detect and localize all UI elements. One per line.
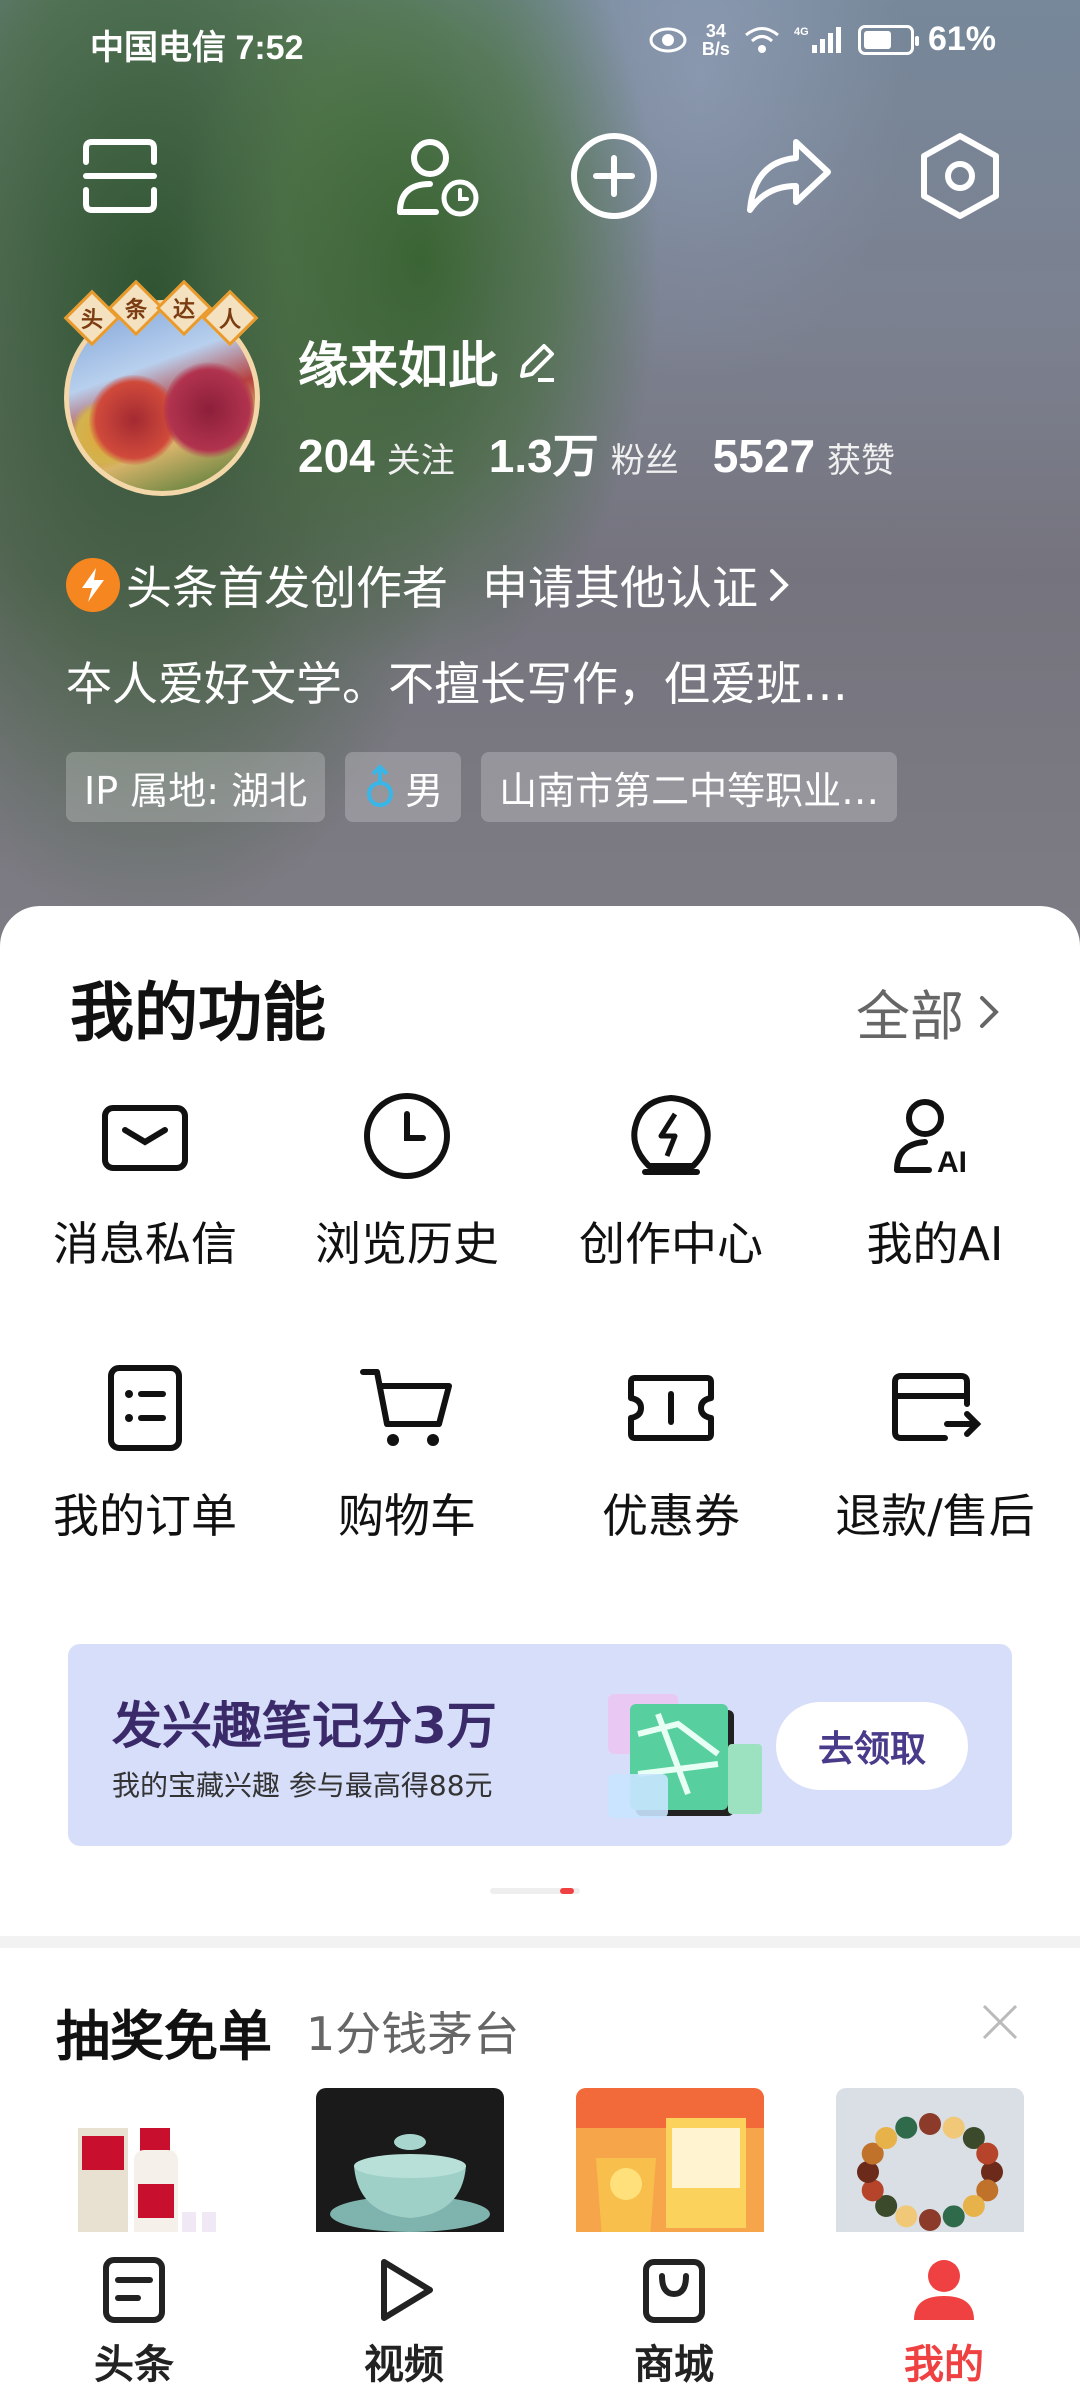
svg-text:4G: 4G	[794, 26, 809, 38]
product-bracelet[interactable]	[836, 2088, 1024, 2248]
all-functions-link[interactable]: 全部	[856, 972, 1004, 1051]
banner-title: 发兴趣笔记分3万	[112, 1697, 497, 1755]
tab-mine[interactable]: 我的	[844, 2254, 1044, 2390]
interest-notes-banner[interactable]: 发兴趣笔记分3万 我的宝藏兴趣 参与最高得88元 去领取	[68, 1644, 1012, 1846]
bio[interactable]: 夲人爱好文学。不擅长写作，但爱班…	[66, 648, 848, 714]
bracelet-bead	[919, 2113, 941, 2135]
chevron-right-icon	[770, 569, 789, 601]
function-orders[interactable]: 我的订单	[10, 1358, 280, 1546]
bracelet-bead	[942, 2205, 965, 2228]
function-messages[interactable]: 消息私信	[10, 1086, 280, 1274]
shopping-bag-icon	[643, 2259, 705, 2323]
product-tea-drink[interactable]	[576, 2088, 764, 2248]
coupon-icon	[628, 1375, 714, 1441]
tab-video[interactable]: 视频	[304, 2254, 504, 2390]
status-bar: 中国电信 7:52 34 B/s 4G 61%	[0, 14, 1080, 67]
function-my-ai[interactable]: AI 我的AI	[800, 1086, 1070, 1274]
scan-icon[interactable]	[72, 128, 168, 224]
order-icon	[108, 1365, 182, 1451]
user-name-row[interactable]: 缘来如此	[298, 326, 558, 398]
user-icon	[914, 2260, 974, 2320]
school-tag: 山南市第二中等职业…	[481, 752, 898, 822]
chevron-right-icon	[980, 995, 999, 1028]
following-count[interactable]: 204	[298, 429, 375, 483]
bottom-tab-bar: 头条 视频 商城 我的	[0, 2232, 1080, 2400]
likes-count: 5527	[712, 430, 816, 482]
lottery-section: 抽奖免单 1分钱茅台	[0, 1948, 1080, 2248]
svg-text:AI: AI	[937, 1146, 967, 1179]
bracelet-bead	[919, 2209, 941, 2231]
user-name: 缘来如此	[298, 337, 498, 395]
map-illustration-icon	[608, 1694, 762, 1818]
bracelet-bead	[976, 2142, 999, 2165]
male-icon	[367, 764, 394, 807]
cart-icon	[360, 1369, 452, 1446]
profile-stats: 204 关注 1.3万 粉丝 5527 获赞	[298, 420, 917, 486]
bracelet-bead	[981, 2161, 1003, 2183]
fans-count[interactable]: 1.3万	[489, 420, 599, 486]
creation-icon	[631, 1095, 711, 1175]
bracelet-bead	[861, 2179, 884, 2202]
ai-user-icon: AI	[894, 1099, 967, 1179]
function-creation-center[interactable]: 创作中心	[536, 1086, 806, 1274]
status-icons: 34 B/s 4G 61%	[648, 20, 996, 59]
tab-headlines[interactable]: 头条	[34, 2254, 234, 2390]
banner-subtitle: 我的宝藏兴趣 参与最高得88元	[112, 1769, 493, 1802]
bracelet-bead	[875, 2127, 898, 2150]
likes-label: 获赞	[827, 441, 896, 481]
lightning-icon	[66, 558, 120, 612]
visitor-history-icon[interactable]	[390, 128, 486, 224]
headlines-icon	[103, 2257, 165, 2323]
carousel-indicator	[490, 1888, 580, 1894]
function-history[interactable]: 浏览历史	[272, 1086, 542, 1274]
share-icon[interactable]	[740, 128, 836, 224]
certification-text: 头条首发创作者	[126, 561, 448, 615]
certification-row[interactable]: 头条首发创作者 申请其他认证	[66, 552, 794, 618]
lottery-title: 抽奖免单	[56, 2005, 272, 2068]
fans-label[interactable]: 粉丝	[611, 433, 679, 482]
bracelet-bead	[895, 2116, 918, 2139]
function-cart[interactable]: 购物车	[272, 1358, 542, 1546]
function-coupons[interactable]: 优惠券	[536, 1358, 806, 1546]
liquor-image	[78, 2128, 216, 2246]
profile-tags: IP 属地: 湖北 男 山南市第二中等职业…	[66, 752, 898, 822]
gender-tag: 男	[345, 752, 462, 822]
creator-badge: 头 条 达 人	[63, 279, 259, 350]
tea-drink-image	[576, 2088, 764, 2238]
eye-icon	[649, 27, 687, 52]
clock-icon	[364, 1093, 450, 1179]
signal-icon: 4G	[794, 26, 841, 53]
close-icon[interactable]	[978, 2000, 1022, 2044]
settings-icon[interactable]	[912, 128, 1008, 224]
wifi-icon	[744, 26, 779, 53]
bracelet-bead	[895, 2205, 918, 2228]
product-maotai[interactable]	[56, 2088, 244, 2248]
bracelet-bead	[857, 2161, 879, 2183]
battery-percent: 61%	[927, 20, 996, 58]
function-refund[interactable]: 退款/售后	[800, 1358, 1070, 1546]
bracelet-bead	[942, 2116, 965, 2139]
following-label[interactable]: 关注	[387, 433, 455, 482]
teacup-image	[330, 2134, 490, 2232]
message-icon	[102, 1105, 188, 1171]
carrier-time: 中国电信 7:52	[90, 29, 304, 67]
edit-icon[interactable]	[514, 340, 558, 384]
network-speed: 34 B/s	[701, 20, 730, 59]
lottery-subtitle: 1分钱茅台	[306, 2007, 520, 2061]
functions-title: 我的功能	[70, 977, 326, 1051]
claim-button[interactable]: 去领取	[776, 1702, 968, 1790]
bracelet-bead	[962, 2194, 985, 2217]
product-teacup[interactable]	[316, 2088, 504, 2248]
apply-certification-link[interactable]: 申请其他认证	[482, 552, 758, 618]
tab-mall[interactable]: 商城	[574, 2254, 774, 2390]
play-icon	[381, 2259, 433, 2321]
battery-icon	[857, 24, 919, 55]
add-icon[interactable]	[566, 128, 662, 224]
refund-icon	[892, 1373, 982, 1441]
bracelet-image	[857, 2113, 1003, 2231]
ip-location-tag: IP 属地: 湖北	[66, 752, 326, 822]
